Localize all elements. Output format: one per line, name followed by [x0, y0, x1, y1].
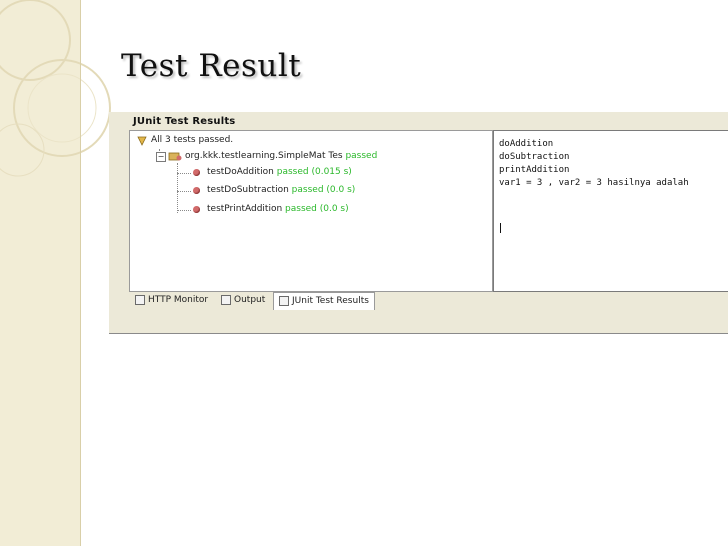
- output-icon: [221, 294, 231, 305]
- test-tree-pane[interactable]: All 3 tests passed. − org.kkk.testlearni…: [129, 130, 493, 292]
- test-row[interactable]: testPrintAddition passed (0.0 s): [207, 204, 349, 214]
- test-name: testDoSubtraction: [207, 185, 289, 195]
- tab-label: HTTP Monitor: [148, 295, 209, 305]
- test-passed-icon: [193, 169, 200, 176]
- tab-label: Output: [234, 295, 266, 305]
- summary-status-icon: [137, 136, 147, 146]
- test-name: testDoAddition: [207, 167, 274, 177]
- output-line: doSubtraction: [499, 152, 570, 162]
- tree-line: [177, 163, 178, 213]
- package-icon: [168, 152, 182, 161]
- test-status: passed (0.0 s): [285, 204, 349, 214]
- test-passed-icon: [193, 206, 200, 213]
- junit-screenshot: JUnit Test Results All 3 tests passed. −: [109, 112, 728, 334]
- junit-results-window: JUnit Test Results All 3 tests passed. −: [125, 112, 728, 310]
- test-suite-row[interactable]: org.kkk.testlearning.SimpleMat Tes passe…: [185, 151, 377, 161]
- output-line: var1 = 3 , var2 = 3 hasilnya adalah: [499, 178, 689, 188]
- tree-line: [177, 191, 191, 192]
- tree-line: [177, 173, 191, 174]
- output-line: doAddition: [499, 139, 554, 149]
- slide-decoration-divider: [80, 0, 81, 546]
- test-name: testPrintAddition: [207, 204, 283, 214]
- test-summary: All 3 tests passed.: [151, 135, 234, 145]
- test-status: passed (0.0 s): [291, 185, 356, 195]
- output-line: printAddition: [499, 165, 570, 175]
- slide-title: Test Result: [121, 48, 302, 84]
- test-suite-status: passed: [345, 151, 378, 161]
- text-cursor: [500, 223, 501, 233]
- test-row[interactable]: testDoSubtraction passed (0.0 s): [207, 185, 355, 195]
- collapse-toggle-icon[interactable]: −: [156, 152, 166, 162]
- test-suite-name: org.kkk.testlearning.SimpleMat Tes: [185, 151, 343, 161]
- tab-label: JUnit Test Results: [292, 296, 369, 306]
- test-passed-icon: [193, 187, 200, 194]
- tab-junit-test-results[interactable]: JUnit Test Results: [273, 292, 375, 310]
- tree-line: [177, 210, 191, 211]
- test-output-pane[interactable]: doAddition doSubtraction printAddition v…: [493, 130, 728, 292]
- tab-http-monitor[interactable]: HTTP Monitor: [129, 292, 214, 309]
- ide-status-strip: [109, 310, 728, 334]
- tab-output[interactable]: Output: [215, 292, 271, 309]
- window-title: JUnit Test Results: [133, 116, 236, 127]
- window-title-bar[interactable]: JUnit Test Results: [125, 112, 728, 130]
- test-row[interactable]: testDoAddition passed (0.015 s): [207, 167, 352, 177]
- ide-bottom-border: [109, 333, 728, 334]
- junit-icon: [279, 295, 289, 306]
- test-status: passed (0.015 s): [276, 167, 352, 177]
- ide-left-strip: [109, 112, 125, 334]
- monitor-icon: [135, 294, 145, 305]
- bottom-tabs: HTTP Monitor Output JUnit Test Results: [129, 292, 728, 310]
